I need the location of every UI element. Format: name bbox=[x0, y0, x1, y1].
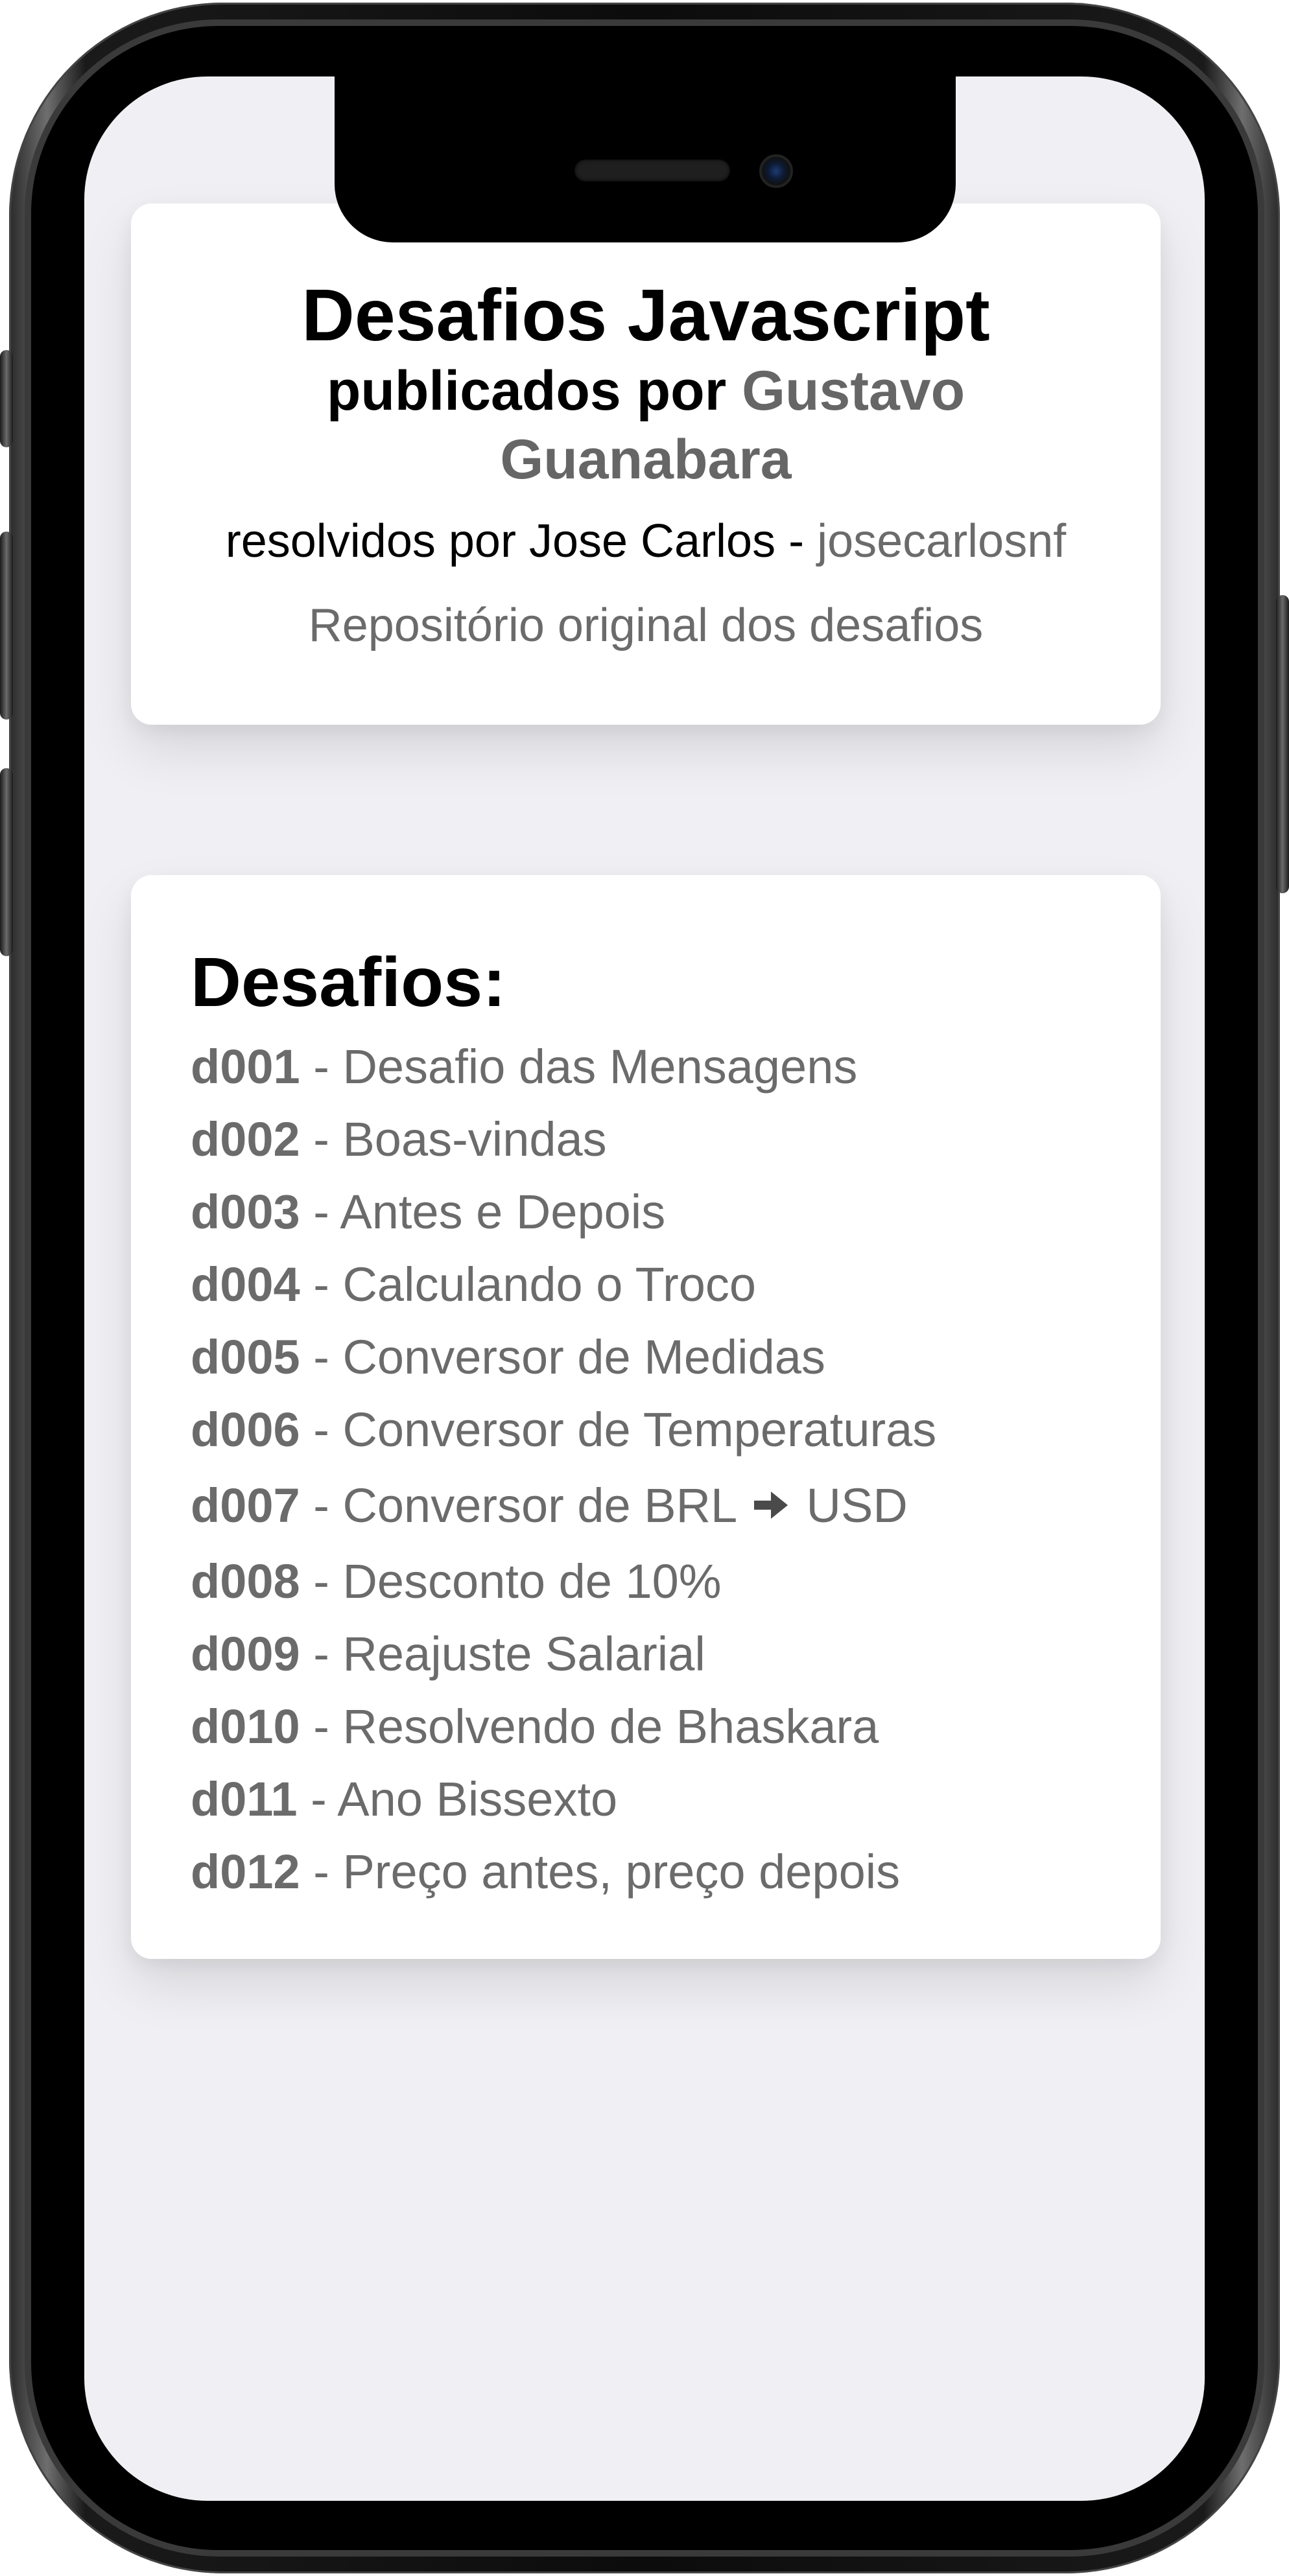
original-repo-link[interactable]: Repositório original dos desafios bbox=[131, 598, 1161, 653]
challenge-code: d009 bbox=[191, 1627, 300, 1681]
page-subtitle: publicados por Gustavo Guanabara bbox=[261, 357, 1031, 494]
challenge-link-d009[interactable]: d009 - Reajuste Salarial bbox=[191, 1627, 705, 1681]
separator: - bbox=[300, 1479, 343, 1532]
separator: - bbox=[300, 1330, 343, 1384]
challenge-link-d008[interactable]: d008 - Desconto de 10% bbox=[191, 1554, 722, 1608]
list-item: d001 - Desafio das Mensagens bbox=[191, 1031, 936, 1103]
page-title: Desafios Javascript bbox=[302, 274, 990, 356]
challenge-name: Conversor de Medidas bbox=[342, 1330, 825, 1384]
phone-notch bbox=[335, 76, 956, 242]
front-camera bbox=[759, 154, 793, 188]
challenges-title: Desafios: bbox=[191, 943, 506, 1021]
challenge-name: Desafio das Mensagens bbox=[342, 1040, 858, 1094]
list-item: d002 - Boas-vindas bbox=[191, 1103, 936, 1176]
challenge-code: d005 bbox=[191, 1330, 300, 1384]
challenge-name: Resolvendo de Bhaskara bbox=[342, 1700, 879, 1753]
challenge-name: Desconto de 10% bbox=[342, 1554, 722, 1608]
challenge-name: Boas-vindas bbox=[342, 1112, 607, 1166]
speaker-grille bbox=[574, 159, 730, 181]
arrow-right-icon bbox=[753, 1492, 788, 1519]
list-item: d012 - Preço antes, preço depois bbox=[191, 1836, 936, 1908]
challenge-name: Conversor de BRL bbox=[342, 1479, 736, 1532]
mute-switch bbox=[0, 350, 13, 447]
list-item: d003 - Antes e Depois bbox=[191, 1176, 936, 1248]
challenge-name-suffix: USD bbox=[806, 1479, 908, 1532]
challenge-code: d008 bbox=[191, 1554, 300, 1608]
solver-handle-link[interactable]: josecarlosnf bbox=[817, 515, 1066, 567]
challenges-card: Desafios: d001 - Desafio das Mensagens d… bbox=[131, 875, 1161, 1959]
challenge-code: d007 bbox=[191, 1479, 300, 1532]
challenge-link-d001[interactable]: d001 - Desafio das Mensagens bbox=[191, 1040, 857, 1094]
header-card: Desafios Javascript publicados por Gusta… bbox=[131, 204, 1161, 725]
challenge-code: d010 bbox=[191, 1700, 300, 1753]
separator: - bbox=[300, 1700, 343, 1753]
challenge-code: d002 bbox=[191, 1112, 300, 1166]
challenge-code: d001 bbox=[191, 1040, 300, 1094]
volume-down-button bbox=[0, 768, 13, 956]
list-item: d010 - Resolvendo de Bhaskara bbox=[191, 1691, 936, 1763]
challenge-code: d004 bbox=[191, 1258, 300, 1311]
list-item: d008 - Desconto de 10% bbox=[191, 1545, 936, 1618]
list-item: d011 - Ano Bissexto bbox=[191, 1763, 936, 1836]
challenge-link-d004[interactable]: d004 - Calculando o Troco bbox=[191, 1258, 756, 1311]
list-item: d009 - Reajuste Salarial bbox=[191, 1618, 936, 1691]
challenge-code: d011 bbox=[191, 1772, 298, 1826]
challenge-name: Reajuste Salarial bbox=[342, 1627, 705, 1681]
challenge-code: d003 bbox=[191, 1185, 300, 1239]
separator: - bbox=[300, 1258, 343, 1311]
challenge-link-d003[interactable]: d003 - Antes e Depois bbox=[191, 1185, 665, 1239]
challenge-link-d006[interactable]: d006 - Conversor de Temperaturas bbox=[191, 1403, 936, 1457]
challenge-list: d001 - Desafio das Mensagens d002 - Boas… bbox=[191, 1031, 936, 1908]
phone-screen: Desafios Javascript publicados por Gusta… bbox=[84, 76, 1205, 2501]
challenge-code: d006 bbox=[191, 1403, 300, 1457]
challenge-link-d005[interactable]: d005 - Conversor de Medidas bbox=[191, 1330, 825, 1384]
challenge-name: Calculando o Troco bbox=[342, 1258, 757, 1311]
subtitle-prefix: publicados por bbox=[326, 360, 742, 422]
list-item: d006 - Conversor de Temperaturas bbox=[191, 1394, 936, 1466]
separator: - bbox=[300, 1627, 343, 1681]
challenge-link-d011[interactable]: d011 - Ano Bissexto bbox=[191, 1772, 617, 1826]
challenge-code: d012 bbox=[191, 1845, 300, 1899]
list-item: d004 - Calculando o Troco bbox=[191, 1248, 936, 1321]
separator: - bbox=[300, 1040, 343, 1094]
challenge-name: Ano Bissexto bbox=[337, 1772, 618, 1826]
power-button bbox=[1276, 595, 1289, 893]
challenge-link-d012[interactable]: d012 - Preço antes, preço depois bbox=[191, 1845, 900, 1899]
solved-by-line: resolvidos por Jose Carlos - josecarlosn… bbox=[131, 513, 1161, 569]
challenge-name: Antes e Depois bbox=[340, 1185, 666, 1239]
challenge-link-d002[interactable]: d002 - Boas-vindas bbox=[191, 1112, 607, 1166]
list-item: d007 - Conversor de BRL USD bbox=[191, 1466, 936, 1545]
challenge-link-d010[interactable]: d010 - Resolvendo de Bhaskara bbox=[191, 1700, 879, 1753]
separator: - bbox=[300, 1403, 343, 1457]
separator: - bbox=[300, 1845, 343, 1899]
challenge-name: Conversor de Temperaturas bbox=[342, 1403, 937, 1457]
challenge-name: Preço antes, preço depois bbox=[342, 1845, 901, 1899]
separator: - bbox=[300, 1185, 340, 1239]
volume-up-button bbox=[0, 532, 13, 720]
challenge-link-d007[interactable]: d007 - Conversor de BRL USD bbox=[191, 1479, 908, 1532]
list-item: d005 - Conversor de Medidas bbox=[191, 1321, 936, 1394]
solver-prefix: resolvidos por Jose Carlos - bbox=[225, 515, 818, 567]
separator: - bbox=[300, 1112, 343, 1166]
separator: - bbox=[300, 1554, 343, 1608]
separator: - bbox=[297, 1772, 338, 1826]
